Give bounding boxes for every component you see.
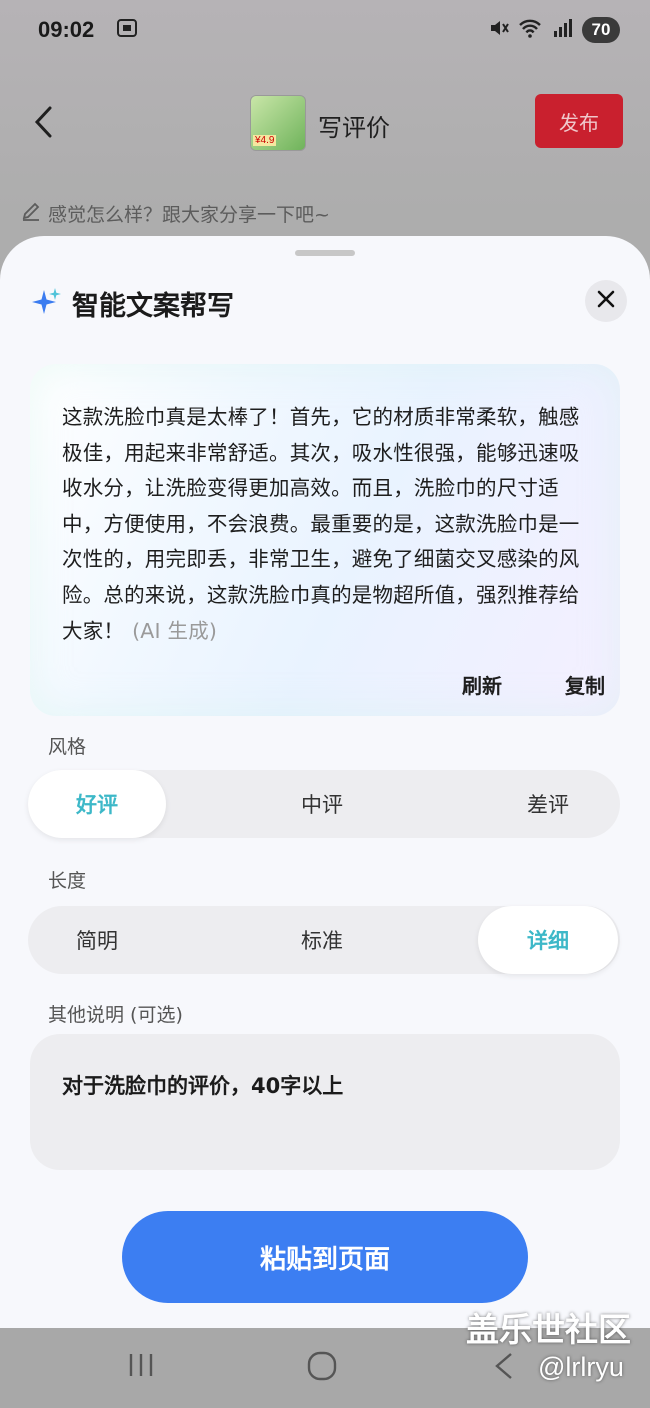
close-button[interactable] [585, 280, 627, 322]
length-option-standard[interactable]: 标准 [252, 906, 392, 974]
watermark-community: 盖乐世社区 [466, 1310, 631, 1349]
wifi-icon [518, 17, 542, 43]
refresh-button[interactable]: 刷新 [462, 670, 502, 699]
notes-value: 对于洗脸巾的评价，40字以上 [62, 1074, 344, 1098]
generated-text: 这款洗脸巾真是太棒了！首先，它的材质非常柔软，触感极佳，用起来非常舒适。其次，吸… [62, 405, 580, 643]
length-option-detailed[interactable]: 详细 [478, 906, 618, 974]
paste-to-page-button[interactable]: 粘贴到页面 [122, 1211, 528, 1303]
style-selector: 好评 中评 差评 [28, 770, 620, 838]
sheet-title: 智能文案帮写 [72, 291, 234, 322]
screenshot-icon [116, 17, 138, 43]
ai-generated-tag: (AI 生成) [132, 618, 218, 643]
style-option-positive[interactable]: 好评 [28, 770, 166, 838]
notes-input[interactable]: 对于洗脸巾的评价，40字以上 [30, 1034, 620, 1170]
pencil-icon [20, 200, 42, 227]
signal-5g-icon [550, 17, 574, 43]
back-nav-button[interactable] [492, 1350, 516, 1386]
sparkle-icon [30, 286, 62, 322]
mute-icon [488, 17, 510, 43]
notes-label: 其他说明 (可选) [48, 1004, 183, 1026]
battery-indicator: 70 [582, 17, 620, 43]
top-bar: ¥4.9 写评价 发布 [0, 88, 650, 158]
copy-button[interactable]: 复制 [565, 670, 605, 699]
length-label: 长度 [48, 870, 87, 892]
length-option-concise[interactable]: 简明 [28, 906, 166, 974]
length-selector: 简明 标准 详细 [28, 906, 620, 974]
publish-button[interactable]: 发布 [535, 94, 623, 148]
home-button[interactable] [306, 1350, 338, 1386]
sheet-header: 智能文案帮写 [30, 284, 234, 323]
status-time: 09:02 [38, 17, 95, 42]
style-label: 风格 [48, 736, 87, 758]
back-button[interactable] [30, 104, 60, 140]
product-thumbnail: ¥4.9 [250, 95, 306, 151]
generated-text-block: 这款洗脸巾真是太棒了！首先，它的材质非常柔软，触感极佳，用起来非常舒适。其次，吸… [62, 400, 594, 649]
review-input[interactable]: 感觉怎么样？跟大家分享一下吧~ [20, 200, 330, 227]
generated-result-card: 这款洗脸巾真是太棒了！首先，它的材质非常柔软，触感极佳，用起来非常舒适。其次，吸… [30, 364, 620, 716]
recent-apps-button[interactable] [126, 1350, 156, 1384]
product-price-tag: ¥4.9 [253, 135, 277, 146]
chevron-left-icon [30, 106, 60, 144]
style-option-neutral[interactable]: 中评 [252, 770, 392, 838]
page-title: 写评价 [318, 114, 390, 142]
watermark-username: @lrlryu [538, 1352, 624, 1382]
ai-writing-sheet: 智能文案帮写 这款洗脸巾真是太棒了！首先，它的材质非常柔软，触感极佳，用起来非常… [0, 236, 650, 1328]
status-bar: 09:02 70 [0, 0, 650, 60]
close-icon [597, 290, 615, 312]
style-option-negative[interactable]: 差评 [478, 770, 618, 838]
review-placeholder: 感觉怎么样？跟大家分享一下吧~ [48, 204, 330, 226]
sheet-drag-handle[interactable] [295, 250, 355, 256]
